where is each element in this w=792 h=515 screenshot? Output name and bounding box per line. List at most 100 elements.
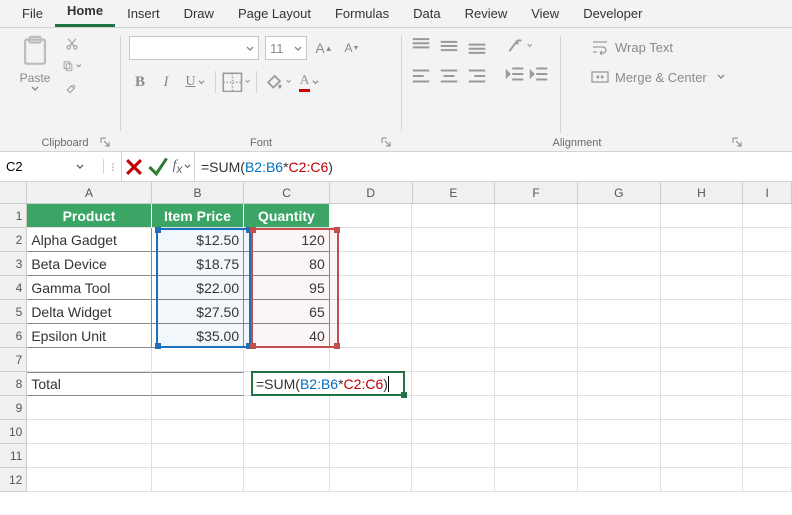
cell-H8[interactable] [661, 372, 744, 396]
cell-C1[interactable]: Quantity [244, 204, 330, 228]
cell-G3[interactable] [578, 252, 661, 276]
cell-I9[interactable] [743, 396, 792, 420]
borders-button[interactable] [222, 70, 250, 94]
cell-G11[interactable] [578, 444, 661, 468]
cell-I2[interactable] [743, 228, 792, 252]
alignment-dialog-launcher[interactable] [730, 135, 744, 149]
tab-insert[interactable]: Insert [115, 2, 172, 27]
cell-A8[interactable]: Total [27, 372, 151, 396]
cell-F7[interactable] [495, 348, 578, 372]
cell-G8[interactable] [578, 372, 661, 396]
cell-G1[interactable] [578, 204, 661, 228]
cell-C10[interactable] [244, 420, 330, 444]
cell-C12[interactable] [244, 468, 330, 492]
fill-handle[interactable] [401, 392, 407, 398]
col-header-D[interactable]: D [330, 182, 413, 204]
insert-function-button[interactable]: fx [170, 152, 194, 181]
cut-icon[interactable] [62, 36, 82, 52]
active-edit-cell-C8[interactable]: =SUM(B2:B6*C2:C6) [251, 371, 405, 396]
cell-F6[interactable] [495, 324, 578, 348]
cell-A7[interactable] [27, 348, 151, 372]
cell-D11[interactable] [330, 444, 413, 468]
col-header-G[interactable]: G [578, 182, 661, 204]
cell-A4[interactable]: Gamma Tool [27, 276, 151, 300]
cell-I5[interactable] [743, 300, 792, 324]
cell-H2[interactable] [661, 228, 744, 252]
cell-I12[interactable] [743, 468, 792, 492]
cell-H5[interactable] [661, 300, 744, 324]
cell-C5[interactable]: 65 [244, 300, 330, 324]
align-middle-icon[interactable] [438, 34, 460, 58]
cell-D3[interactable] [330, 252, 413, 276]
row-header-9[interactable]: 9 [0, 396, 27, 420]
cell-C2[interactable]: 120 [244, 228, 330, 252]
row-header-1[interactable]: 1 [0, 204, 27, 228]
cell-D10[interactable] [330, 420, 413, 444]
merge-center-button[interactable]: Merge & Center [587, 64, 737, 90]
cell-A11[interactable] [27, 444, 151, 468]
cell-F9[interactable] [495, 396, 578, 420]
cell-D9[interactable] [330, 396, 413, 420]
cell-B8[interactable] [152, 372, 244, 396]
cell-A5[interactable]: Delta Widget [27, 300, 151, 324]
cell-A12[interactable] [27, 468, 151, 492]
cell-B10[interactable] [152, 420, 244, 444]
cell-A3[interactable]: Beta Device [27, 252, 151, 276]
cell-H9[interactable] [661, 396, 744, 420]
col-header-B[interactable]: B [152, 182, 244, 204]
cell-D1[interactable] [330, 204, 413, 228]
cell-B7[interactable] [152, 348, 244, 372]
align-left-icon[interactable] [410, 64, 432, 88]
tab-draw[interactable]: Draw [172, 2, 226, 27]
cell-H11[interactable] [661, 444, 744, 468]
cell-E9[interactable] [412, 396, 495, 420]
font-size-select[interactable]: 11 [265, 36, 307, 60]
cell-F5[interactable] [495, 300, 578, 324]
col-header-E[interactable]: E [413, 182, 496, 204]
font-color-button[interactable]: A [295, 70, 323, 94]
row-header-4[interactable]: 4 [0, 276, 27, 300]
tab-data[interactable]: Data [401, 2, 452, 27]
cell-I8[interactable] [743, 372, 792, 396]
cell-B2[interactable]: $12.50 [152, 228, 244, 252]
cell-G10[interactable] [578, 420, 661, 444]
cell-A1[interactable]: Product [27, 204, 151, 228]
row-header-8[interactable]: 8 [0, 372, 27, 396]
cell-F3[interactable] [495, 252, 578, 276]
cell-H7[interactable] [661, 348, 744, 372]
cell-E1[interactable] [412, 204, 495, 228]
tab-developer[interactable]: Developer [571, 2, 654, 27]
cell-F8[interactable] [495, 372, 578, 396]
cell-I10[interactable] [743, 420, 792, 444]
cell-C7[interactable] [244, 348, 330, 372]
cell-G12[interactable] [578, 468, 661, 492]
paste-dropdown[interactable] [31, 85, 39, 93]
tab-formulas[interactable]: Formulas [323, 2, 401, 27]
cell-G6[interactable] [578, 324, 661, 348]
cell-B12[interactable] [152, 468, 244, 492]
col-header-A[interactable]: A [27, 182, 152, 204]
cell-E5[interactable] [412, 300, 495, 324]
cell-G7[interactable] [578, 348, 661, 372]
formula-input[interactable]: =SUM(B2:B6*C2:C6) [195, 159, 792, 175]
font-dialog-launcher[interactable] [379, 135, 393, 149]
tab-home[interactable]: Home [55, 0, 115, 27]
row-header-10[interactable]: 10 [0, 420, 27, 444]
copy-icon[interactable] [62, 58, 82, 74]
row-header-3[interactable]: 3 [0, 252, 27, 276]
cell-E12[interactable] [412, 468, 495, 492]
col-header-I[interactable]: I [743, 182, 792, 204]
row-header-2[interactable]: 2 [0, 228, 27, 252]
increase-font-icon[interactable]: A▲ [313, 36, 335, 60]
cell-D2[interactable] [330, 228, 413, 252]
cell-A6[interactable]: Epsilon Unit [27, 324, 151, 348]
row-header-6[interactable]: 6 [0, 324, 27, 348]
cancel-edit-icon[interactable] [122, 152, 146, 181]
cell-B1[interactable]: Item Price [152, 204, 244, 228]
decrease-indent-icon[interactable] [504, 62, 526, 86]
cell-F11[interactable] [495, 444, 578, 468]
cell-E8[interactable] [412, 372, 495, 396]
cell-C3[interactable]: 80 [244, 252, 330, 276]
cell-G9[interactable] [578, 396, 661, 420]
italic-button[interactable]: I [155, 70, 177, 94]
